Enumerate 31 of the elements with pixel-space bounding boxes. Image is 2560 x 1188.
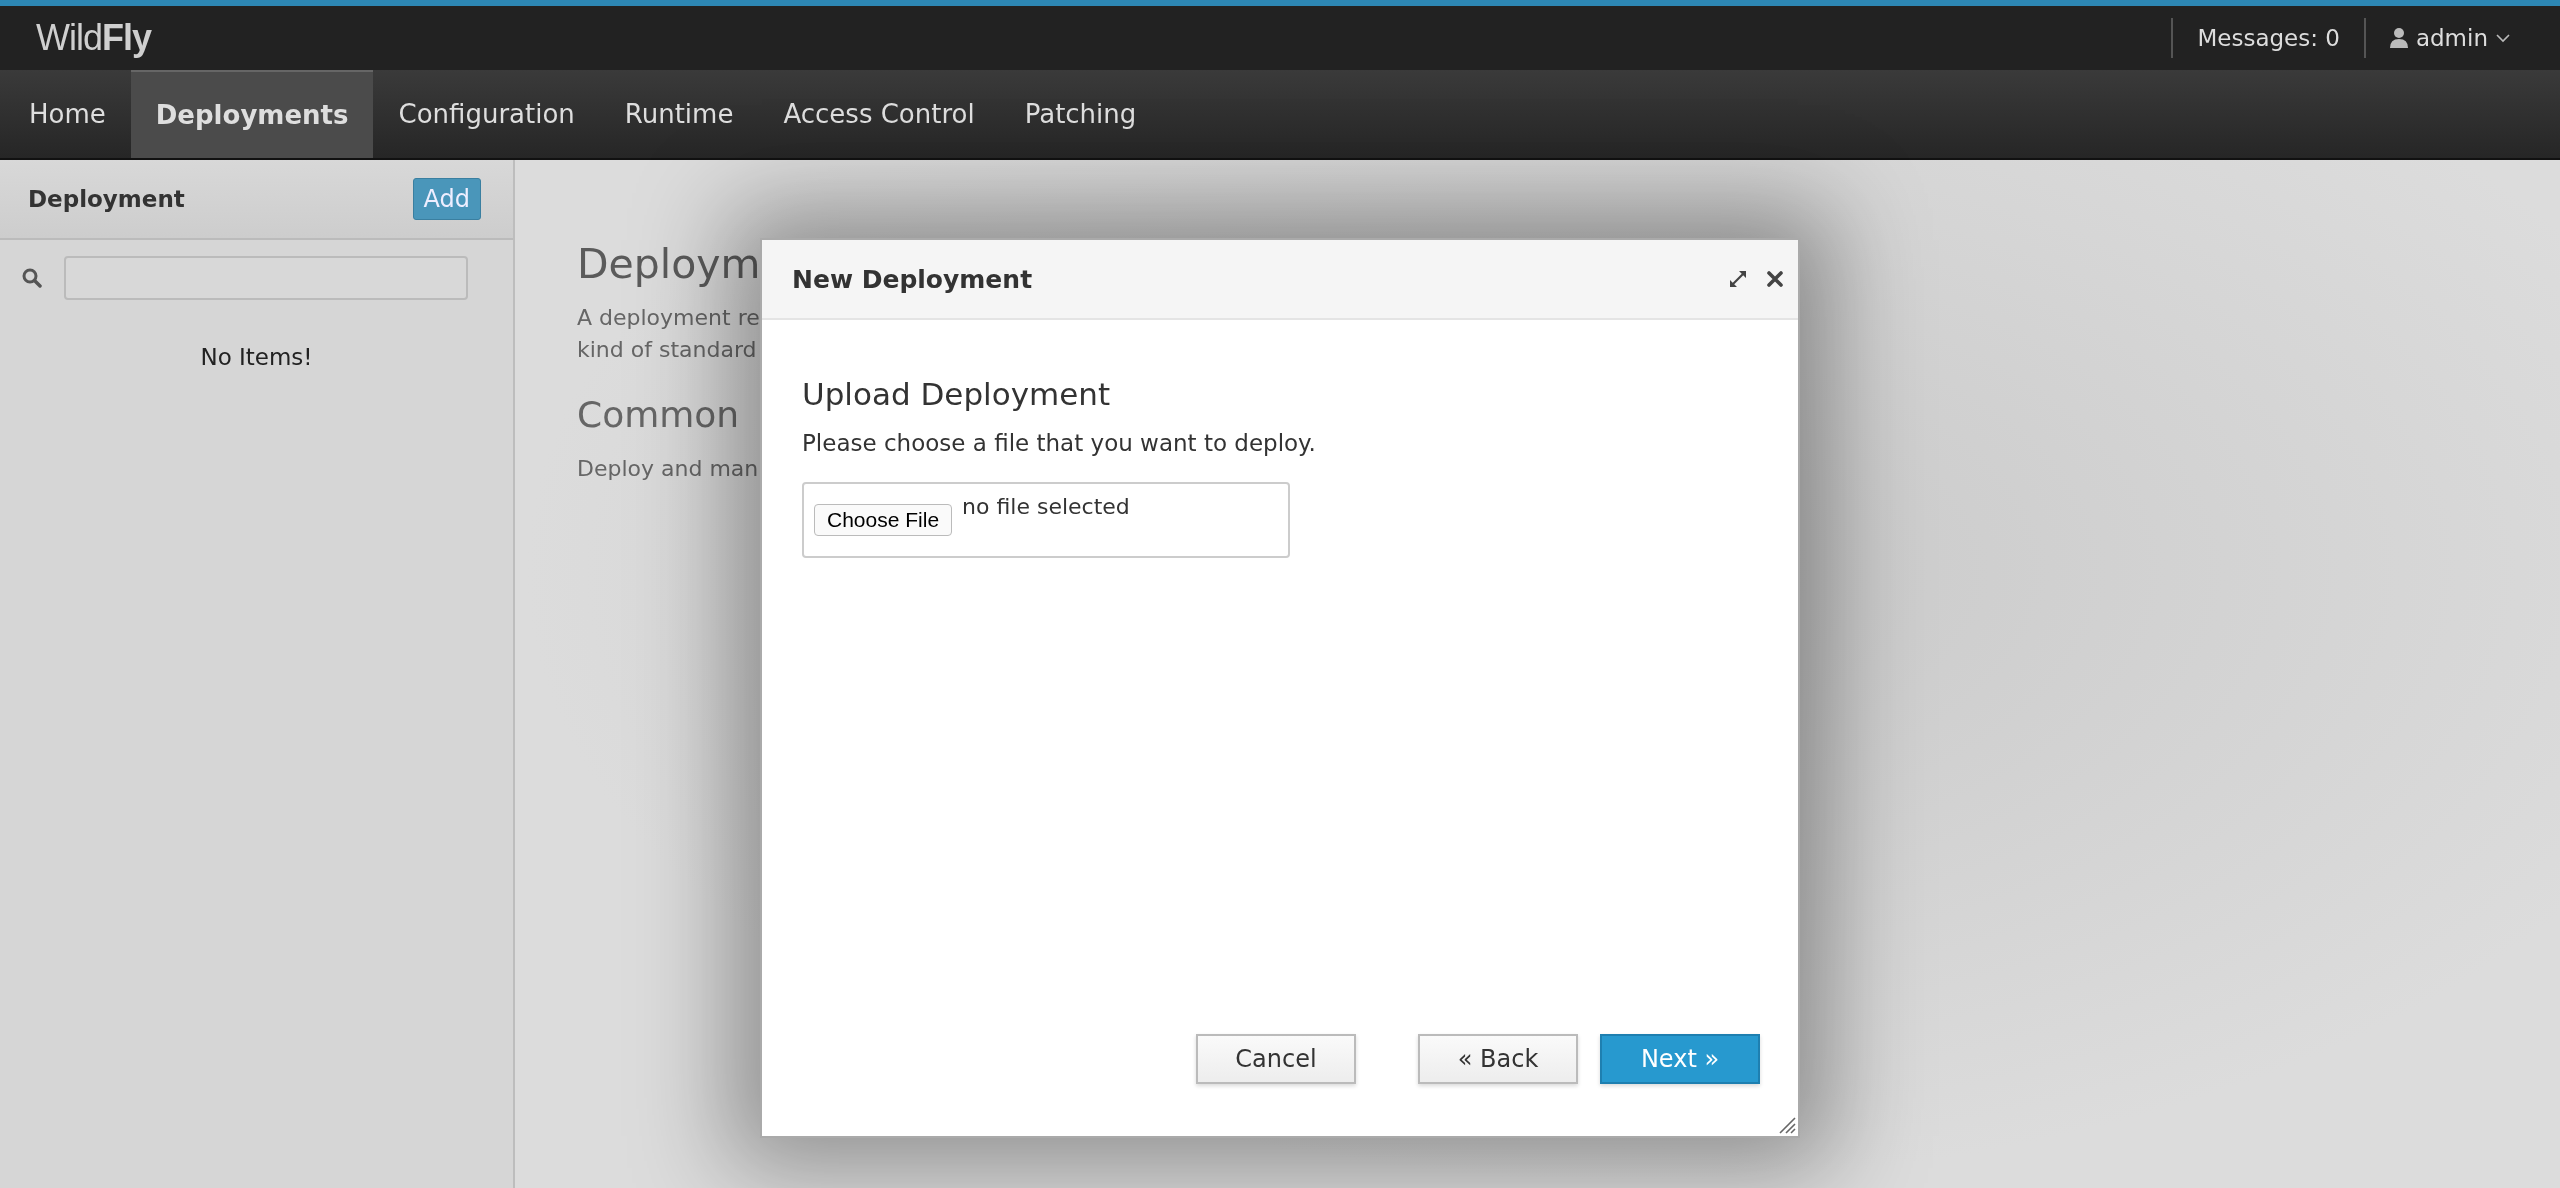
sidebar-title: Deployment bbox=[28, 186, 185, 212]
dialog-title: New Deployment bbox=[792, 264, 1034, 294]
section-text: Deploy and man bbox=[577, 455, 759, 483]
nav-tab[interactable]: Runtime bbox=[599, 70, 759, 158]
user-icon bbox=[2389, 27, 2408, 49]
choose-file-button[interactable]: Choose File bbox=[814, 504, 953, 536]
resize-grip-icon[interactable] bbox=[1778, 1116, 1796, 1134]
dialog-button[interactable]: Cancel bbox=[1196, 1034, 1356, 1084]
page-title: Deploym bbox=[577, 240, 761, 288]
close-icon[interactable] bbox=[1766, 270, 1784, 288]
file-status: no file selected bbox=[962, 494, 1130, 519]
search-field[interactable] bbox=[64, 256, 468, 300]
nav-tab[interactable]: Access Control bbox=[758, 70, 1000, 158]
maximize-icon[interactable] bbox=[1728, 269, 1748, 289]
nav-tab[interactable]: Home bbox=[4, 70, 131, 158]
section-title: Common bbox=[577, 394, 740, 435]
description-text: kind of standard bbox=[577, 336, 757, 364]
nav-tab[interactable]: Configuration bbox=[373, 70, 600, 158]
file-input[interactable]: Choose File no file selected bbox=[802, 482, 1290, 558]
chevron-down-icon bbox=[2496, 33, 2510, 43]
messages-link[interactable]: Messages: 0 bbox=[2197, 25, 2340, 51]
search-icon bbox=[22, 268, 42, 288]
step-description: Please choose a file that you want to deploy. bbox=[802, 430, 1317, 456]
step-heading: Upload Deployment bbox=[802, 376, 1112, 412]
user-menu[interactable]: admin bbox=[2389, 25, 2510, 51]
wildfly-logo: WildFly bbox=[36, 17, 151, 59]
dialog-button[interactable]: « Back bbox=[1418, 1034, 1578, 1084]
description-text: A deployment re bbox=[577, 304, 760, 332]
nav-tab[interactable]: Deployments bbox=[130, 70, 374, 158]
empty-message: No Items! bbox=[199, 344, 314, 370]
nav-tab[interactable]: Patching bbox=[999, 70, 1162, 158]
